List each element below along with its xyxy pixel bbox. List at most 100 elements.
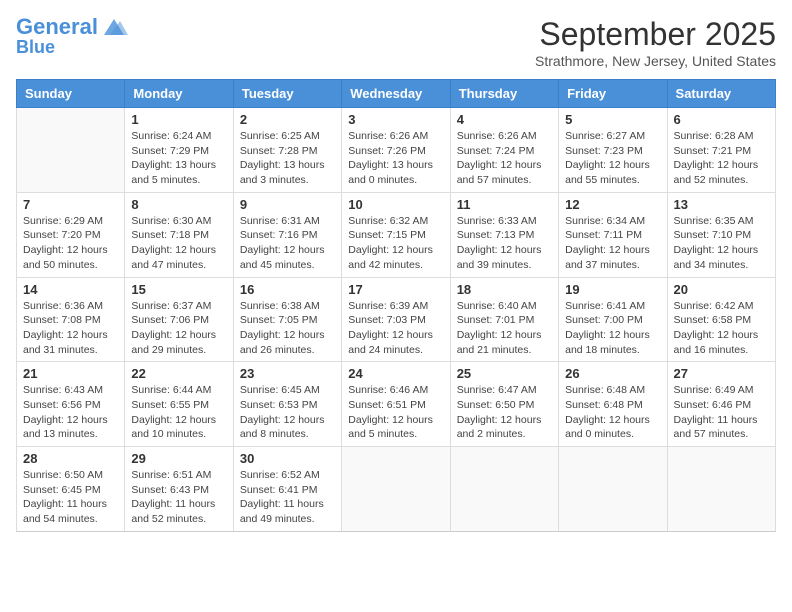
day-detail: Sunrise: 6:51 AM Sunset: 6:43 PM Dayligh… bbox=[131, 468, 226, 527]
calendar-cell: 14Sunrise: 6:36 AM Sunset: 7:08 PM Dayli… bbox=[17, 277, 125, 362]
day-number: 29 bbox=[131, 451, 226, 466]
weekday-header-friday: Friday bbox=[559, 80, 667, 108]
calendar-cell: 25Sunrise: 6:47 AM Sunset: 6:50 PM Dayli… bbox=[450, 362, 558, 447]
day-number: 26 bbox=[565, 366, 660, 381]
day-detail: Sunrise: 6:28 AM Sunset: 7:21 PM Dayligh… bbox=[674, 129, 769, 188]
day-detail: Sunrise: 6:30 AM Sunset: 7:18 PM Dayligh… bbox=[131, 214, 226, 273]
weekday-header-saturday: Saturday bbox=[667, 80, 775, 108]
day-detail: Sunrise: 6:52 AM Sunset: 6:41 PM Dayligh… bbox=[240, 468, 335, 527]
calendar-week-5: 28 Sunrise: 6:50 AM Sunset: 6:45 PM Dayli… bbox=[17, 447, 776, 532]
day-detail: Sunrise: 6:34 AM Sunset: 7:11 PM Dayligh… bbox=[565, 214, 660, 273]
day-number: 16 bbox=[240, 282, 335, 297]
calendar-cell: 15 Sunrise: 6:37 AM Sunset: 7:06 PM Dayli… bbox=[125, 277, 233, 362]
day-number: 23 bbox=[240, 366, 335, 381]
calendar-cell bbox=[559, 447, 667, 532]
day-detail: Sunrise: 6:41 AM Sunset: 7:00 PM Dayligh… bbox=[565, 299, 660, 358]
day-detail: Sunrise: 6:50 AM Sunset: 6:45 PM Dayligh… bbox=[23, 468, 118, 527]
calendar-cell: 5 Sunrise: 6:27 AM Sunset: 7:23 PM Daylig… bbox=[559, 108, 667, 193]
day-detail: Sunrise: 6:38 AM Sunset: 7:05 PM Dayligh… bbox=[240, 299, 335, 358]
page-header: General Blue September 2025 Strathmore, … bbox=[16, 16, 776, 69]
location-text: Strathmore, New Jersey, United States bbox=[535, 53, 776, 69]
day-detail: Sunrise: 6:48 AM Sunset: 6:48 PM Dayligh… bbox=[565, 383, 660, 442]
calendar-cell: 1 Sunrise: 6:24 AM Sunset: 7:29 PM Daylig… bbox=[125, 108, 233, 193]
calendar-cell: 16 Sunrise: 6:38 AM Sunset: 7:05 PM Dayli… bbox=[233, 277, 341, 362]
day-detail: Sunrise: 6:43 AM Sunset: 6:56 PM Dayligh… bbox=[23, 383, 118, 442]
calendar-cell: 27 Sunrise: 6:49 AM Sunset: 6:46 PM Dayli… bbox=[667, 362, 775, 447]
day-detail: Sunrise: 6:45 AM Sunset: 6:53 PM Dayligh… bbox=[240, 383, 335, 442]
day-number: 28 bbox=[23, 451, 118, 466]
weekday-header-thursday: Thursday bbox=[450, 80, 558, 108]
day-detail: Sunrise: 6:44 AM Sunset: 6:55 PM Dayligh… bbox=[131, 383, 226, 442]
day-number: 17 bbox=[348, 282, 443, 297]
calendar-cell: 24Sunrise: 6:46 AM Sunset: 6:51 PM Dayli… bbox=[342, 362, 450, 447]
day-number: 10 bbox=[348, 197, 443, 212]
calendar-cell: 10 Sunrise: 6:32 AM Sunset: 7:15 PM Dayli… bbox=[342, 192, 450, 277]
day-detail: Sunrise: 6:31 AM Sunset: 7:16 PM Dayligh… bbox=[240, 214, 335, 273]
day-number: 11 bbox=[457, 197, 552, 212]
day-number: 18 bbox=[457, 282, 552, 297]
month-title: September 2025 bbox=[535, 16, 776, 53]
calendar-cell: 17 Sunrise: 6:39 AM Sunset: 7:03 PM Dayli… bbox=[342, 277, 450, 362]
calendar-cell bbox=[450, 447, 558, 532]
weekday-header-sunday: Sunday bbox=[17, 80, 125, 108]
calendar-cell: 2Sunrise: 6:25 AM Sunset: 7:28 PM Daylig… bbox=[233, 108, 341, 193]
day-detail: Sunrise: 6:33 AM Sunset: 7:13 PM Dayligh… bbox=[457, 214, 552, 273]
day-detail: Sunrise: 6:29 AM Sunset: 7:20 PM Dayligh… bbox=[23, 214, 118, 273]
day-number: 20 bbox=[674, 282, 769, 297]
calendar-cell bbox=[17, 108, 125, 193]
day-detail: Sunrise: 6:26 AM Sunset: 7:26 PM Dayligh… bbox=[348, 129, 443, 188]
day-number: 24 bbox=[348, 366, 443, 381]
calendar-cell: 13 Sunrise: 6:35 AM Sunset: 7:10 PM Dayli… bbox=[667, 192, 775, 277]
day-number: 6 bbox=[674, 112, 769, 127]
calendar-cell: 9 Sunrise: 6:31 AM Sunset: 7:16 PM Daylig… bbox=[233, 192, 341, 277]
calendar-cell: 19Sunrise: 6:41 AM Sunset: 7:00 PM Dayli… bbox=[559, 277, 667, 362]
calendar-cell: 29 Sunrise: 6:51 AM Sunset: 6:43 PM Dayli… bbox=[125, 447, 233, 532]
calendar-cell: 11 Sunrise: 6:33 AM Sunset: 7:13 PM Dayli… bbox=[450, 192, 558, 277]
day-detail: Sunrise: 6:26 AM Sunset: 7:24 PM Dayligh… bbox=[457, 129, 552, 188]
calendar-week-4: 21 Sunrise: 6:43 AM Sunset: 6:56 PM Dayli… bbox=[17, 362, 776, 447]
calendar-table: SundayMondayTuesdayWednesdayThursdayFrid… bbox=[16, 79, 776, 532]
calendar-cell: 6 Sunrise: 6:28 AM Sunset: 7:21 PM Daylig… bbox=[667, 108, 775, 193]
day-detail: Sunrise: 6:49 AM Sunset: 6:46 PM Dayligh… bbox=[674, 383, 769, 442]
calendar-cell: 21 Sunrise: 6:43 AM Sunset: 6:56 PM Dayli… bbox=[17, 362, 125, 447]
day-detail: Sunrise: 6:39 AM Sunset: 7:03 PM Dayligh… bbox=[348, 299, 443, 358]
logo-blue-text: Blue bbox=[16, 38, 55, 56]
weekday-header-row: SundayMondayTuesdayWednesdayThursdayFrid… bbox=[17, 80, 776, 108]
day-number: 27 bbox=[674, 366, 769, 381]
title-section: September 2025 Strathmore, New Jersey, U… bbox=[535, 16, 776, 69]
day-number: 13 bbox=[674, 197, 769, 212]
calendar-week-1: 1 Sunrise: 6:24 AM Sunset: 7:29 PM Daylig… bbox=[17, 108, 776, 193]
day-detail: Sunrise: 6:32 AM Sunset: 7:15 PM Dayligh… bbox=[348, 214, 443, 273]
day-number: 7 bbox=[23, 197, 118, 212]
calendar-cell: 26 Sunrise: 6:48 AM Sunset: 6:48 PM Dayli… bbox=[559, 362, 667, 447]
calendar-week-3: 14Sunrise: 6:36 AM Sunset: 7:08 PM Dayli… bbox=[17, 277, 776, 362]
day-detail: Sunrise: 6:35 AM Sunset: 7:10 PM Dayligh… bbox=[674, 214, 769, 273]
day-number: 3 bbox=[348, 112, 443, 127]
calendar-cell: 30 Sunrise: 6:52 AM Sunset: 6:41 PM Dayli… bbox=[233, 447, 341, 532]
calendar-cell: 4Sunrise: 6:26 AM Sunset: 7:24 PM Daylig… bbox=[450, 108, 558, 193]
day-detail: Sunrise: 6:24 AM Sunset: 7:29 PM Dayligh… bbox=[131, 129, 226, 188]
day-number: 15 bbox=[131, 282, 226, 297]
day-detail: Sunrise: 6:27 AM Sunset: 7:23 PM Dayligh… bbox=[565, 129, 660, 188]
weekday-header-wednesday: Wednesday bbox=[342, 80, 450, 108]
day-number: 30 bbox=[240, 451, 335, 466]
calendar-cell: 20 Sunrise: 6:42 AM Sunset: 6:58 PM Dayli… bbox=[667, 277, 775, 362]
calendar-cell: 7 Sunrise: 6:29 AM Sunset: 7:20 PM Daylig… bbox=[17, 192, 125, 277]
day-number: 8 bbox=[131, 197, 226, 212]
calendar-cell: 28 Sunrise: 6:50 AM Sunset: 6:45 PM Dayli… bbox=[17, 447, 125, 532]
day-detail: Sunrise: 6:42 AM Sunset: 6:58 PM Dayligh… bbox=[674, 299, 769, 358]
day-number: 1 bbox=[131, 112, 226, 127]
day-number: 14 bbox=[23, 282, 118, 297]
day-number: 9 bbox=[240, 197, 335, 212]
day-detail: Sunrise: 6:40 AM Sunset: 7:01 PM Dayligh… bbox=[457, 299, 552, 358]
calendar-cell: 22Sunrise: 6:44 AM Sunset: 6:55 PM Dayli… bbox=[125, 362, 233, 447]
day-number: 5 bbox=[565, 112, 660, 127]
day-detail: Sunrise: 6:37 AM Sunset: 7:06 PM Dayligh… bbox=[131, 299, 226, 358]
day-number: 21 bbox=[23, 366, 118, 381]
calendar-cell: 18 Sunrise: 6:40 AM Sunset: 7:01 PM Dayli… bbox=[450, 277, 558, 362]
weekday-header-monday: Monday bbox=[125, 80, 233, 108]
calendar-week-2: 7 Sunrise: 6:29 AM Sunset: 7:20 PM Daylig… bbox=[17, 192, 776, 277]
day-detail: Sunrise: 6:25 AM Sunset: 7:28 PM Dayligh… bbox=[240, 129, 335, 188]
calendar-cell: 12Sunrise: 6:34 AM Sunset: 7:11 PM Dayli… bbox=[559, 192, 667, 277]
weekday-header-tuesday: Tuesday bbox=[233, 80, 341, 108]
